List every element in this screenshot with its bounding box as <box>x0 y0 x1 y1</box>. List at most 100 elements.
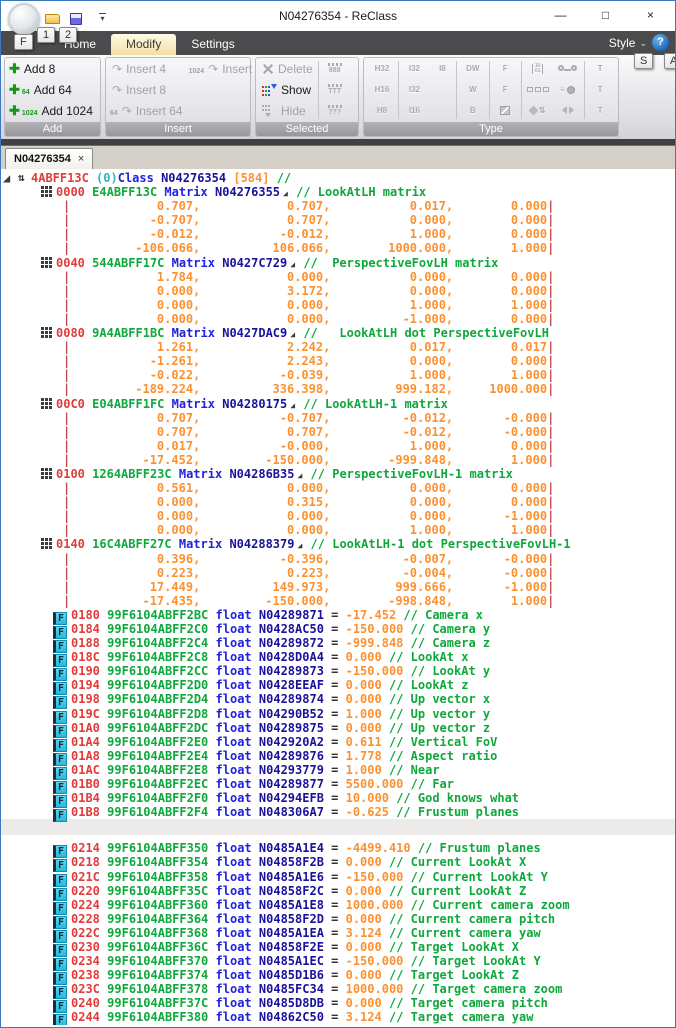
type-byte-button[interactable]: B <box>458 100 488 121</box>
float-row[interactable]: F0238 99F6104ABFF374 float N0485D1B6 = 0… <box>1 968 675 982</box>
float-row[interactable]: F021C 99F6104ABFF358 float N0485A1E6 = -… <box>1 870 675 884</box>
tab-modify[interactable]: Modify <box>111 34 176 55</box>
insert-8-button[interactable]: ↷ Insert 8 <box>108 79 187 100</box>
matrix-value-row[interactable]: | 0.000, 0.315, 0.000, 0.000| <box>1 495 675 509</box>
matrix-header-row[interactable]: 00C0 E04ABFF1FC Matrix N04280175◢ // Loo… <box>1 397 675 411</box>
matrix-value-row[interactable]: | -0.012, -0.012, 1.000, 0.000| <box>1 227 675 241</box>
float-row[interactable]: F0220 99F6104ABFF35C float N04858F2C = 0… <box>1 884 675 898</box>
show-button[interactable]: Show <box>258 79 317 100</box>
float-row[interactable]: F01B8 99F6104ABFF2F4 float N048306A7 = -… <box>1 805 675 819</box>
float-row[interactable]: F0224 99F6104ABFF360 float N0485A1E8 = 1… <box>1 898 675 912</box>
float-row[interactable]: F0230 99F6104ABFF36C float N04858F2E = 0… <box>1 940 675 954</box>
matrix-value-row[interactable]: | 0.000, 0.000, -1.000, 0.000| <box>1 312 675 326</box>
float-row[interactable]: F023C 99F6104ABFF378 float N0485FC34 = 1… <box>1 982 675 996</box>
type-pointer-button[interactable] <box>553 58 583 79</box>
matrix-header-row[interactable]: 0040 544ABFF17C Matrix N0427C729◢ // Per… <box>1 256 675 270</box>
float-row[interactable]: F0190 99F6104ABFF2CC float N04289873 = -… <box>1 664 675 678</box>
float-row[interactable]: F01B0 99F6104ABFF2EC float N04289877 = 5… <box>1 777 675 791</box>
type-text2-button[interactable]: T <box>585 79 615 100</box>
type-matrix-button[interactable]: 1001 <box>523 58 553 79</box>
type-int32-button[interactable]: I32 <box>399 58 429 79</box>
tab-settings[interactable]: Settings <box>176 34 249 55</box>
matrix-value-row[interactable]: | -0.022, -0.039, 1.000, 1.000| <box>1 368 675 382</box>
matrix-header-row[interactable]: 0000 E4ABFF13C Matrix N04276355◢ // Look… <box>1 185 675 199</box>
app-menu-button[interactable] <box>8 3 40 35</box>
float-row[interactable]: F018C 99F6104ABFF2C8 float N0428D0A4 = 0… <box>1 650 675 664</box>
matrix-value-row[interactable]: | 0.223, 0.223, -0.004, -0.000| <box>1 566 675 580</box>
type-vector-button[interactable]: ⇅ <box>523 100 553 121</box>
type-int16-button[interactable]: I16 <box>399 100 429 121</box>
delete-button[interactable]: Delete <box>258 58 317 79</box>
matrix-header-row[interactable]: 0140 16C4ABFF27C Matrix N04288379◢ // Lo… <box>1 537 675 551</box>
float-row[interactable]: F0214 99F6104ABFF350 float N0485A1E4 = -… <box>1 841 675 855</box>
type-word-button[interactable]: W <box>458 79 488 100</box>
float-row[interactable]: F0244 99F6104ABFF380 float N04862C50 = 3… <box>1 1010 675 1024</box>
float-row[interactable]: F01B4 99F6104ABFF2F0 float N04294EFB = 1… <box>1 791 675 805</box>
type-vec-row-button[interactable] <box>523 79 553 100</box>
type-hex8-button[interactable]: H8 <box>367 100 397 121</box>
close-button[interactable]: × <box>628 1 673 29</box>
matrix-value-row[interactable]: | -17.435, -150.000, -998.848, 1.000| <box>1 594 675 608</box>
float-row[interactable]: F0194 99F6104ABFF2D0 float N0428EEAF = 0… <box>1 678 675 692</box>
float-row[interactable]: F01AC 99F6104ABFF2E8 float N04293779 = 1… <box>1 763 675 777</box>
float-row[interactable]: F0198 99F6104ABFF2D4 float N04289874 = 0… <box>1 692 675 706</box>
float-row[interactable]: F0188 99F6104ABFF2C4 float N04289872 = -… <box>1 636 675 650</box>
matrix-value-row[interactable]: | 17.449, 149.973, 999.666, -1.000| <box>1 580 675 594</box>
matrix-value-row[interactable]: | -0.707, 0.707, 0.000, 0.000| <box>1 213 675 227</box>
type-text1-button[interactable]: T <box>585 58 615 79</box>
matrix-value-row[interactable]: | 0.707, -0.707, -0.012, -0.000| <box>1 411 675 425</box>
tab-close-icon[interactable]: × <box>78 153 84 165</box>
add-64-button[interactable]: ✚64 Add 64 <box>5 79 97 100</box>
float-row[interactable]: F0228 99F6104ABFF364 float N04858F2D = 0… <box>1 912 675 926</box>
matrix-value-row[interactable]: | 1.784, 0.000, 0.000, 0.000| <box>1 270 675 284</box>
type-int8-button[interactable]: I8 <box>429 58 455 79</box>
type-int32b-button[interactable]: I32 <box>399 79 429 100</box>
float-row[interactable]: F01A0 99F6104ABFF2DC float N04289875 = 0… <box>1 721 675 735</box>
matrix-value-row[interactable]: | 0.000, 0.000, 1.000, 1.000| <box>1 298 675 312</box>
type-edit-button[interactable] <box>490 100 520 121</box>
matrix-value-row[interactable]: | -17.452, -150.000, -999.848, 1.000| <box>1 453 675 467</box>
type-instance-button[interactable]: ≡ <box>553 79 583 100</box>
add-8-button[interactable]: ✚ Add 8 <box>5 58 97 79</box>
type-hex32-button[interactable]: H32 <box>367 58 397 79</box>
float-row[interactable]: F01A8 99F6104ABFF2E4 float N04289876 = 1… <box>1 749 675 763</box>
float-row[interactable]: F01A4 99F6104ABFF2E0 float N042920A2 = 0… <box>1 735 675 749</box>
matrix-value-row[interactable]: | 0.000, 0.000, 1.000, 1.000| <box>1 523 675 537</box>
matrix-value-row[interactable]: | 0.561, 0.000, 0.000, 0.000| <box>1 481 675 495</box>
class-header-row[interactable]: ◢⇅4ABFF13C (0)Class N04276354 [584] // <box>1 171 675 185</box>
float-row[interactable]: F0240 99F6104ABFF37C float N0485D8DB = 0… <box>1 996 675 1010</box>
help-button[interactable]: ? <box>652 34 669 51</box>
float-row[interactable]: F022C 99F6104ABFF368 float N0485A1EA = 3… <box>1 926 675 940</box>
matrix-value-row[interactable]: | 0.000, 3.172, 0.000, 0.000| <box>1 284 675 298</box>
maximize-button[interactable]: □ <box>583 1 628 29</box>
add-1024-button[interactable]: ✚1024 Add 1024 <box>5 100 97 121</box>
type-text3-button[interactable]: T <box>585 100 615 121</box>
matrix-value-row[interactable]: | 0.396, -0.396, -0.007, -0.000| <box>1 552 675 566</box>
document-tab[interactable]: N04276354 × <box>5 148 93 169</box>
matrix-value-row[interactable]: | 0.707, 0.707, -0.012, -0.000| <box>1 425 675 439</box>
minimize-button[interactable]: — <box>538 1 583 29</box>
matrix-header-row[interactable]: 0100 1264ABFF23C Matrix N04286B35◢ // Pe… <box>1 467 675 481</box>
float-row[interactable]: F0218 99F6104ABFF354 float N04858F2B = 0… <box>1 855 675 869</box>
matrix-value-row[interactable]: | 0.017, -0.000, 1.000, 0.000| <box>1 439 675 453</box>
type-swap-button[interactable] <box>553 100 583 121</box>
expander-icon[interactable]: ◢ <box>3 171 10 185</box>
type-dword-button[interactable]: DW <box>458 58 488 79</box>
hide-button[interactable]: Hide <box>258 100 317 121</box>
float-row[interactable]: F019C 99F6104ABFF2D8 float N04290B52 = 1… <box>1 707 675 721</box>
matrix-value-row[interactable]: | 0.000, 0.000, 0.000, -1.000| <box>1 509 675 523</box>
insert-64-button[interactable]: 64↷ Insert 64 <box>108 100 187 121</box>
matrix-header-row[interactable]: 0080 9A4ABFF1BC Matrix N0427DAC9◢ // Loo… <box>1 326 675 340</box>
bytes-toggle-2-button[interactable]: TTT <box>328 79 342 100</box>
float-row[interactable]: F0184 99F6104ABFF2C0 float N0428AC50 = -… <box>1 622 675 636</box>
type-float-button[interactable]: F <box>490 58 520 79</box>
matrix-value-row[interactable]: | -106.066, 106.066, 1000.000, 1.000| <box>1 241 675 255</box>
bytes-toggle-1-button[interactable]: 888 <box>328 58 342 79</box>
type-hex16-button[interactable]: H16 <box>367 79 397 100</box>
style-dropdown[interactable]: Style ⌄ <box>609 36 647 50</box>
matrix-value-row[interactable]: | -1.261, 2.243, 0.000, 0.000| <box>1 354 675 368</box>
insert-4-button[interactable]: ↷ Insert 4 <box>108 58 187 79</box>
matrix-value-row[interactable]: | -189.224, 336.398, 999.182, 1000.000| <box>1 382 675 396</box>
type-double-button[interactable]: F <box>490 79 520 100</box>
matrix-value-row[interactable]: | 1.261, 2.242, 0.017, 0.017| <box>1 340 675 354</box>
